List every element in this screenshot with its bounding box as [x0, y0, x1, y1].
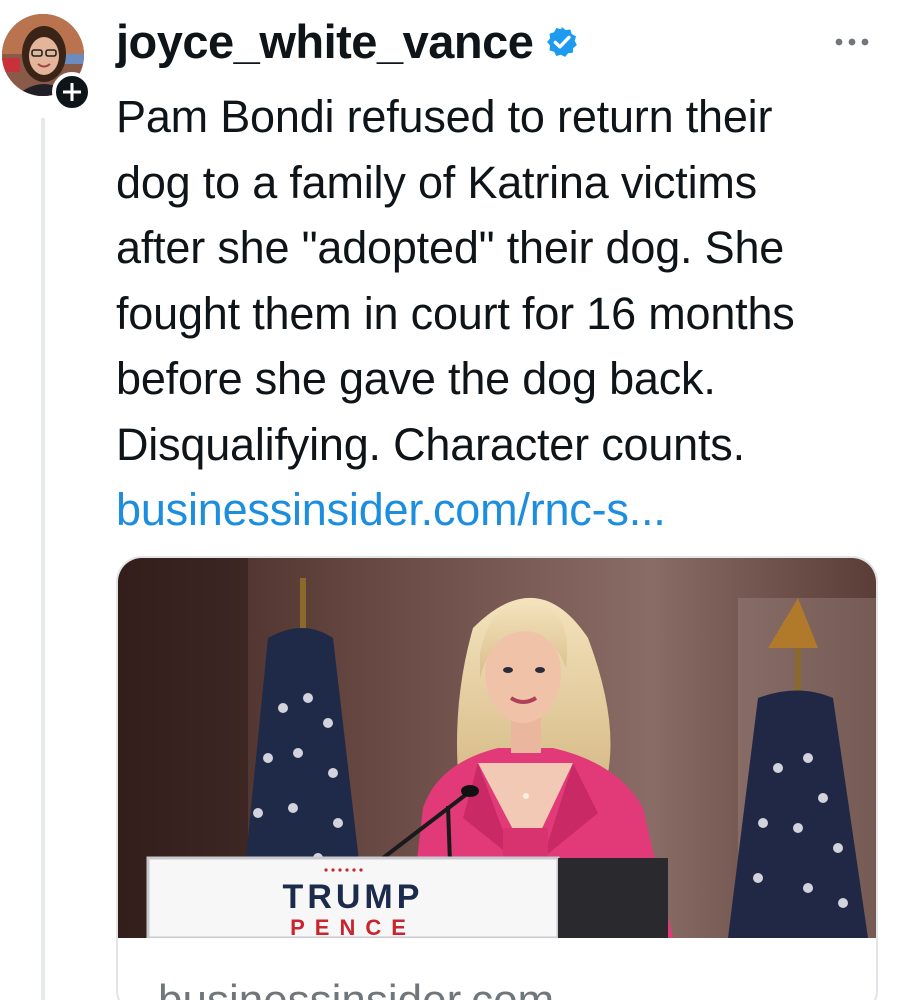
post-header: joyce_white_vance — [116, 12, 579, 72]
verified-badge-icon — [547, 27, 578, 57]
link-preview-image[interactable]: TRUMP PENCE — [118, 558, 878, 938]
link-preview-card[interactable]: TRUMP PENCE businessinsider.com — [116, 556, 878, 1000]
post-text-line: after she "adopted" their dog. She — [116, 222, 785, 273]
post-text-line: dog to a family of Katrina victims — [116, 156, 757, 208]
post-text-line: before she gave the dog back. — [116, 353, 716, 404]
thread-line — [41, 118, 45, 1000]
more-horizontal-icon[interactable] — [832, 30, 872, 54]
post-text-line: Pam Bondi refused to return their — [116, 91, 773, 142]
post-text-line: Disqualifying. Character counts. — [116, 418, 745, 470]
follow-button[interactable] — [52, 72, 92, 112]
plus-icon — [63, 83, 81, 101]
card-domain: businessinsider.com — [158, 976, 554, 1000]
podium-text-bottom: PENCE — [290, 915, 416, 938]
post-link[interactable]: businessinsider.com/rnc-s... — [116, 477, 896, 543]
username[interactable]: joyce_white_vance — [116, 12, 534, 72]
podium-text-top: TRUMP — [283, 878, 424, 916]
post-text-line: fought them in court for 16 months — [116, 287, 795, 339]
post-text: Pam Bondi refused to return their dog to… — [116, 84, 896, 543]
